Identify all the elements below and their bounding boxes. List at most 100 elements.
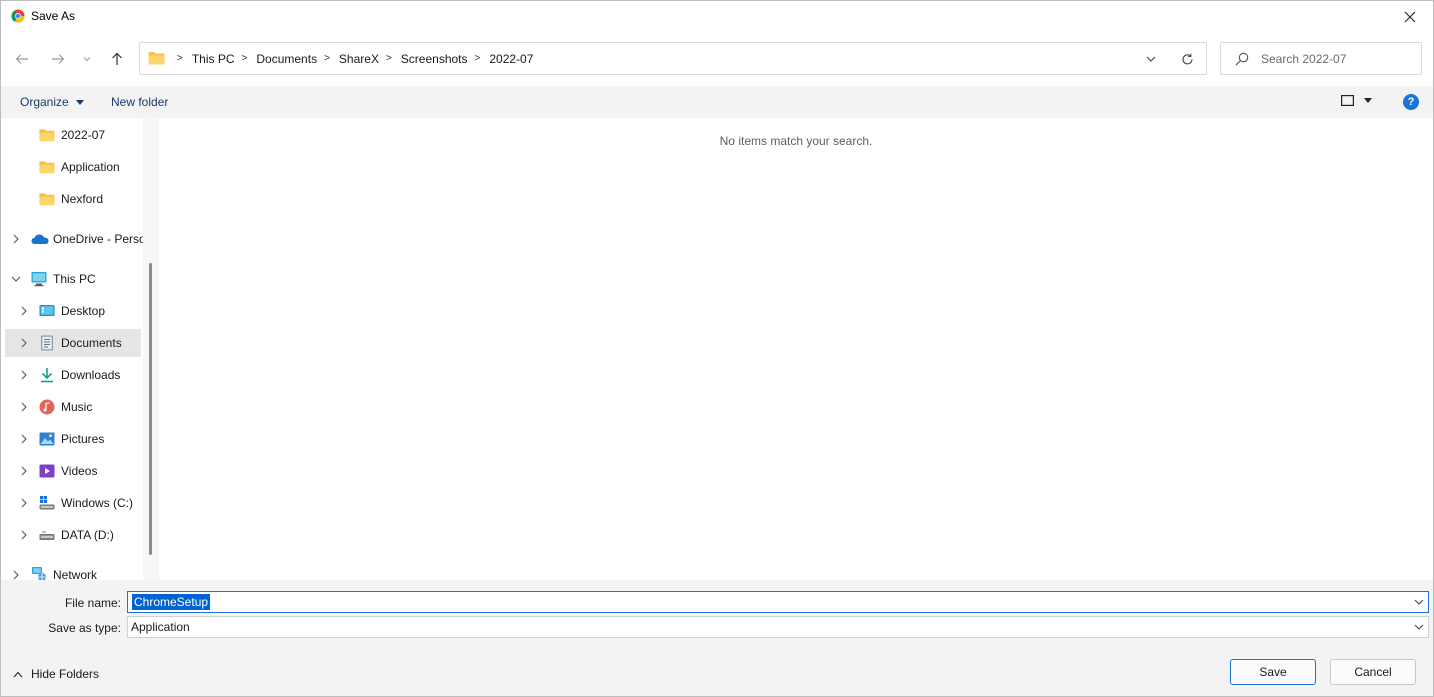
forward-arrow-icon xyxy=(52,54,65,64)
sidebar-item-label: Desktop xyxy=(61,304,106,318)
file-name-field[interactable]: ChromeSetup xyxy=(127,591,1429,613)
sidebar-item-pictures[interactable]: Pictures xyxy=(5,425,141,453)
sidebar-item-2022-07[interactable]: 2022-07 xyxy=(5,121,141,149)
sidebar-item-windows-c[interactable]: Windows (C:) xyxy=(5,489,141,517)
network-icon xyxy=(32,567,46,580)
breadcrumb-item[interactable]: This PC xyxy=(192,52,235,66)
breadcrumb-separator-icon: > xyxy=(241,53,248,64)
up-button[interactable] xyxy=(105,49,129,69)
chevron-down-icon[interactable] xyxy=(1414,621,1424,633)
address-bar[interactable]: > This PC > Documents > ShareX > Screens… xyxy=(139,42,1207,75)
cancel-button[interactable]: Cancel xyxy=(1330,659,1416,685)
new-folder-button[interactable]: New folder xyxy=(111,95,168,109)
chevron-right-icon[interactable] xyxy=(19,498,29,508)
sidebar-item-onedrive[interactable]: OneDrive - Perso xyxy=(5,225,146,253)
sidebar-item-label: Music xyxy=(61,400,93,414)
address-history-button[interactable] xyxy=(1142,51,1160,67)
folder-icon xyxy=(39,129,55,142)
caret-down-icon xyxy=(1364,98,1372,103)
sidebar-item-downloads[interactable]: Downloads xyxy=(5,361,141,389)
file-list-area[interactable]: No items match your search. xyxy=(159,118,1433,580)
this-pc-icon xyxy=(31,272,47,287)
back-arrow-icon xyxy=(15,54,28,64)
navigation-bar: > This PC > Documents > ShareX > Screens… xyxy=(1,32,1433,86)
change-view-button[interactable] xyxy=(1341,95,1372,106)
close-button[interactable] xyxy=(1387,1,1433,32)
sidebar-item-network[interactable]: Network xyxy=(5,561,141,580)
onedrive-icon xyxy=(31,234,49,244)
sidebar-item-label: OneDrive - Perso xyxy=(53,232,146,246)
sidebar-item-this-pc[interactable]: This PC xyxy=(5,265,141,293)
save-type-value: Application xyxy=(131,620,190,634)
organize-label: Organize xyxy=(20,95,69,109)
chevron-right-icon[interactable] xyxy=(11,234,21,244)
sidebar-item-documents[interactable]: Documents xyxy=(5,329,141,357)
documents-icon xyxy=(41,335,53,351)
videos-icon xyxy=(39,464,55,478)
chevron-down-icon xyxy=(83,57,91,62)
sidebar-scrollbar[interactable] xyxy=(143,118,159,580)
organize-button[interactable]: Organize xyxy=(20,95,85,109)
breadcrumb-item[interactable]: Screenshots xyxy=(401,52,468,66)
sidebar-item-data-d[interactable]: DATA (D:) xyxy=(5,521,141,549)
refresh-button[interactable] xyxy=(1178,51,1196,67)
chrome-app-icon xyxy=(11,9,25,23)
sidebar-item-videos[interactable]: Videos xyxy=(5,457,141,485)
breadcrumb-separator-icon: > xyxy=(385,53,392,64)
chevron-right-icon[interactable] xyxy=(19,402,29,412)
sidebar-item-label: 2022-07 xyxy=(61,128,106,142)
save-button[interactable]: Save xyxy=(1230,659,1316,685)
folder-icon xyxy=(148,52,165,65)
breadcrumb-item[interactable]: ShareX xyxy=(339,52,379,66)
save-type-label: Save as type: xyxy=(48,621,121,635)
breadcrumb-separator-icon: > xyxy=(324,53,330,64)
chevron-down-icon[interactable] xyxy=(11,274,21,284)
save-type-select[interactable]: Application xyxy=(127,616,1429,638)
chevron-right-icon[interactable] xyxy=(19,466,29,476)
sidebar-item-desktop[interactable]: Desktop xyxy=(5,297,141,325)
refresh-icon xyxy=(1181,53,1193,64)
drive-d-icon xyxy=(39,531,55,540)
view-icon xyxy=(1341,95,1354,106)
chevron-right-icon[interactable] xyxy=(19,370,29,380)
hide-folders-button[interactable]: Hide Folders xyxy=(13,667,99,681)
command-bar: Organize New folder ? xyxy=(1,86,1433,118)
sidebar-item-nexford[interactable]: Nexford xyxy=(5,185,141,213)
sidebar-item-application[interactable]: Application xyxy=(5,153,141,181)
breadcrumb-separator-icon: > xyxy=(177,53,183,64)
chevron-right-icon[interactable] xyxy=(11,570,21,580)
navigation-pane: 2022-07 Application Nexford OneDrive - P… xyxy=(1,118,159,580)
sidebar-item-label: This PC xyxy=(53,272,96,286)
sidebar-item-music[interactable]: Music xyxy=(5,393,141,421)
forward-button[interactable] xyxy=(46,49,70,69)
downloads-icon xyxy=(41,368,53,383)
chevron-right-icon[interactable] xyxy=(19,338,29,348)
sidebar-item-label: Windows (C:) xyxy=(61,496,134,510)
help-button[interactable]: ? xyxy=(1403,94,1419,110)
sidebar-item-label: DATA (D:) xyxy=(61,528,114,542)
breadcrumb-separator-icon: > xyxy=(474,53,481,64)
recent-locations-button[interactable] xyxy=(77,49,97,69)
chevron-right-icon[interactable] xyxy=(19,434,29,444)
sidebar-item-label: Network xyxy=(53,568,98,580)
file-name-value[interactable]: ChromeSetup xyxy=(132,594,211,610)
back-button[interactable] xyxy=(10,49,34,69)
search-input[interactable]: Search 2022-07 xyxy=(1261,52,1346,66)
sidebar-item-label: Documents xyxy=(61,336,122,350)
scrollbar-thumb[interactable] xyxy=(149,263,152,555)
search-box[interactable]: Search 2022-07 xyxy=(1220,42,1422,75)
up-arrow-icon xyxy=(112,52,122,65)
sidebar-item-label: Application xyxy=(61,160,120,174)
chevron-right-icon[interactable] xyxy=(19,530,29,540)
sidebar-item-label: Videos xyxy=(61,464,98,478)
sidebar-item-label: Pictures xyxy=(61,432,105,446)
breadcrumb-item[interactable]: Documents xyxy=(256,52,317,66)
sidebar-item-label: Downloads xyxy=(61,368,121,382)
caret-down-icon xyxy=(76,100,85,106)
search-icon xyxy=(1235,52,1249,66)
breadcrumb-item[interactable]: 2022-07 xyxy=(489,52,533,66)
folder-icon xyxy=(39,161,55,174)
chevron-right-icon[interactable] xyxy=(19,306,29,316)
chevron-down-icon[interactable] xyxy=(1414,596,1424,608)
hide-folders-label: Hide Folders xyxy=(31,667,100,681)
